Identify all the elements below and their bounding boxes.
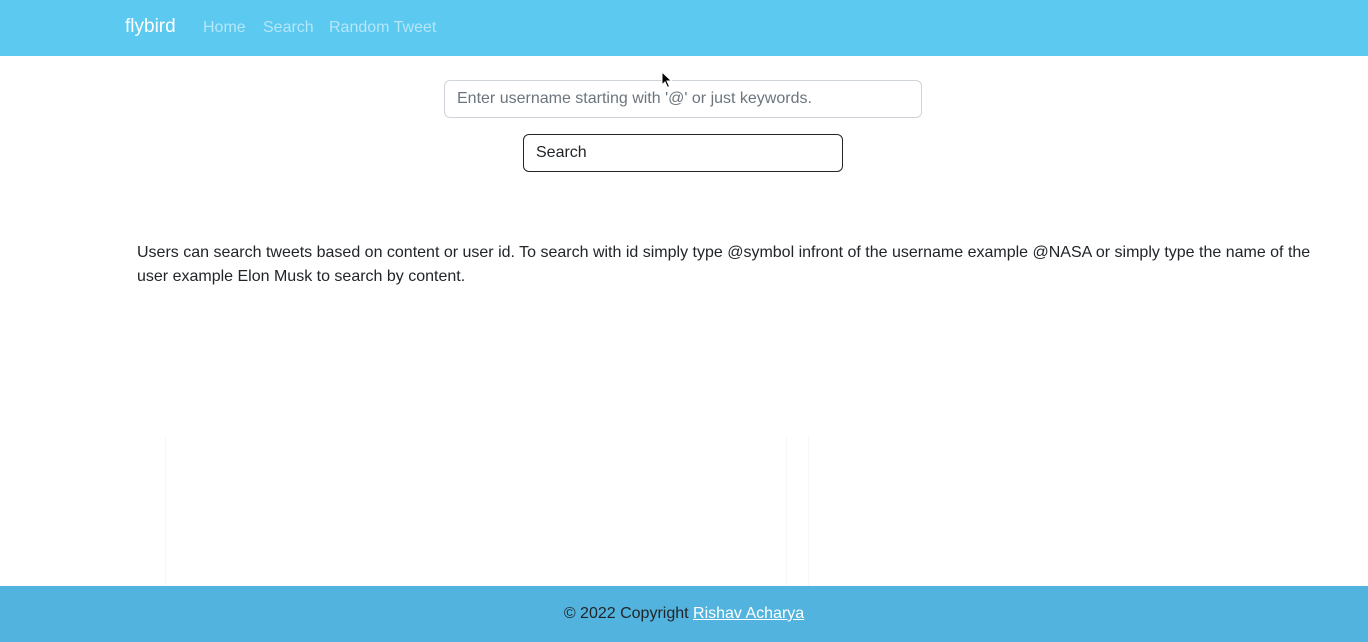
- nav-link-search[interactable]: Search: [263, 19, 314, 37]
- copyright-text: © 2022 Copyright: [563, 605, 689, 622]
- results-area-left: [165, 436, 787, 586]
- search-input[interactable]: [444, 80, 922, 118]
- navbar: flybird Home Search Random Tweet: [0, 0, 1368, 56]
- nav-link-home[interactable]: Home: [203, 19, 246, 37]
- search-description: Users can search tweets based on content…: [137, 244, 1311, 285]
- nav-link-random-tweet[interactable]: Random Tweet: [329, 19, 436, 37]
- brand-link[interactable]: flybird: [125, 16, 176, 38]
- search-button[interactable]: Search: [523, 134, 843, 172]
- footer-text: © 2022 Copyright Rishav Acharya: [0, 605, 1368, 623]
- footer: © 2022 Copyright Rishav Acharya: [0, 586, 1368, 642]
- author-link[interactable]: Rishav Acharya: [693, 605, 804, 622]
- results-area-right: [808, 436, 809, 586]
- mouse-pointer-icon: [661, 71, 673, 89]
